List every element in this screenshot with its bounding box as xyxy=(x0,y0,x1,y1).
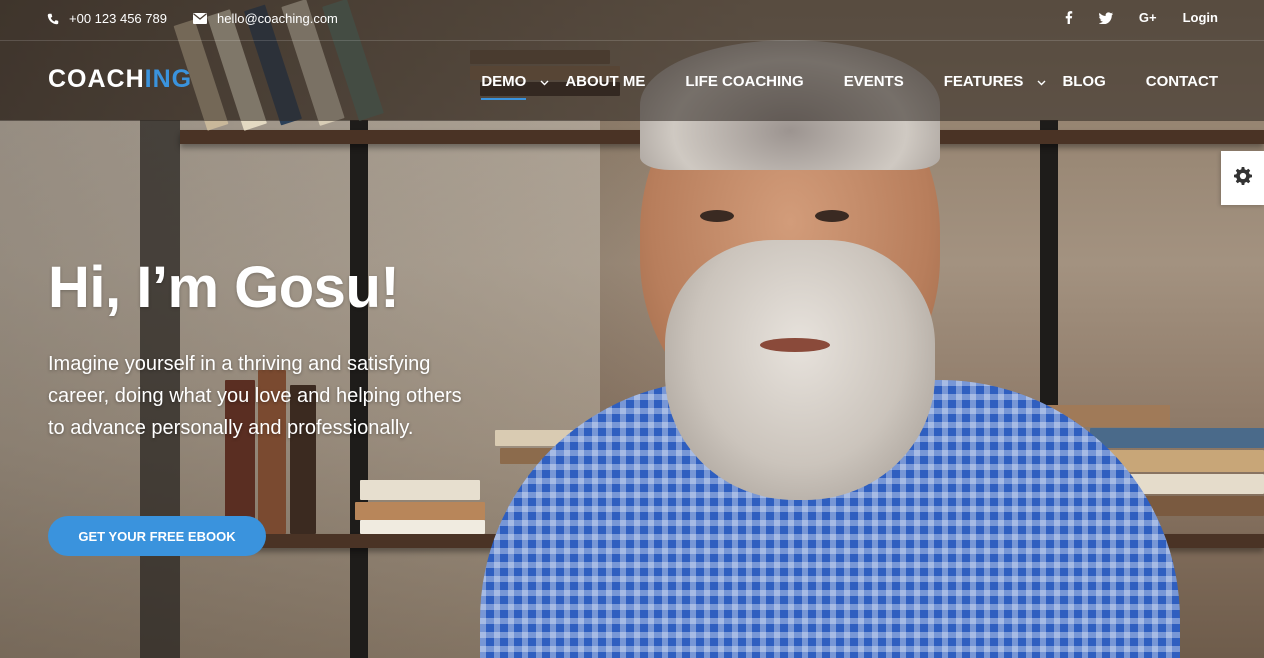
book xyxy=(355,502,485,520)
phone-number: +00 123 456 789 xyxy=(69,11,167,26)
primary-nav: DEMO ABOUT ME LIFE COACHING EVENTS FEATU… xyxy=(481,73,1218,100)
login-link[interactable]: Login xyxy=(1183,10,1218,25)
nav-item-blog[interactable]: BLOG xyxy=(1062,73,1105,90)
book xyxy=(1090,428,1264,448)
nav-item-label: EVENTS xyxy=(843,73,904,90)
logo-accent-text: ING xyxy=(144,65,193,93)
active-indicator xyxy=(481,98,527,100)
google-plus-icon[interactable]: G+ xyxy=(1139,10,1157,25)
hero-subtitle: Imagine yourself in a thriving and satis… xyxy=(48,353,462,439)
chevron-down-icon xyxy=(540,73,549,90)
site-logo[interactable]: COACHING xyxy=(48,65,192,94)
nav-item-label: DEMO xyxy=(481,73,527,90)
hero-title: Hi, I’m Gosu! xyxy=(48,255,400,320)
chevron-down-icon xyxy=(1037,73,1046,90)
settings-panel-toggle[interactable] xyxy=(1221,151,1264,205)
nav-item-about-me[interactable]: ABOUT ME xyxy=(565,73,645,90)
nav-item-contact[interactable]: CONTACT xyxy=(1146,73,1218,90)
twitter-icon[interactable] xyxy=(1098,11,1113,24)
phone-contact[interactable]: +00 123 456 789 xyxy=(47,11,167,26)
nav-item-demo[interactable]: DEMO xyxy=(481,73,549,100)
phone-icon xyxy=(47,13,59,25)
facebook-icon[interactable] xyxy=(1065,11,1073,24)
envelope-icon xyxy=(193,13,207,24)
book xyxy=(360,480,480,500)
gear-icon xyxy=(1233,166,1252,190)
get-free-ebook-button[interactable]: GET YOUR FREE EBOOK xyxy=(48,516,266,556)
main-navbar: COACHING DEMO ABOUT ME LIFE COACHING EVE… xyxy=(0,41,1264,121)
nav-item-features[interactable]: FEATURES xyxy=(944,73,1047,90)
nav-item-life-coaching[interactable]: LIFE COACHING xyxy=(685,73,803,90)
page: +00 123 456 789 hello@coaching.com G+ Lo… xyxy=(0,0,1264,658)
social-links: G+ Login xyxy=(1065,10,1218,25)
person-mouth xyxy=(760,338,830,352)
logo-text: COACH xyxy=(48,65,145,93)
nav-item-events[interactable]: EVENTS xyxy=(844,73,904,90)
nav-item-label: ABOUT ME xyxy=(565,73,646,90)
nav-item-label: BLOG xyxy=(1062,73,1106,90)
person-eye xyxy=(815,210,849,222)
email-contact[interactable]: hello@coaching.com xyxy=(193,11,338,26)
person-beard xyxy=(665,240,935,500)
nav-item-label: CONTACT xyxy=(1145,73,1218,90)
email-address: hello@coaching.com xyxy=(217,11,338,26)
nav-item-label: LIFE COACHING xyxy=(685,73,804,90)
person-eye xyxy=(700,210,734,222)
book xyxy=(360,520,485,534)
top-contact-bar: +00 123 456 789 hello@coaching.com G+ Lo… xyxy=(0,0,1264,41)
nav-item-label: FEATURES xyxy=(943,73,1024,90)
